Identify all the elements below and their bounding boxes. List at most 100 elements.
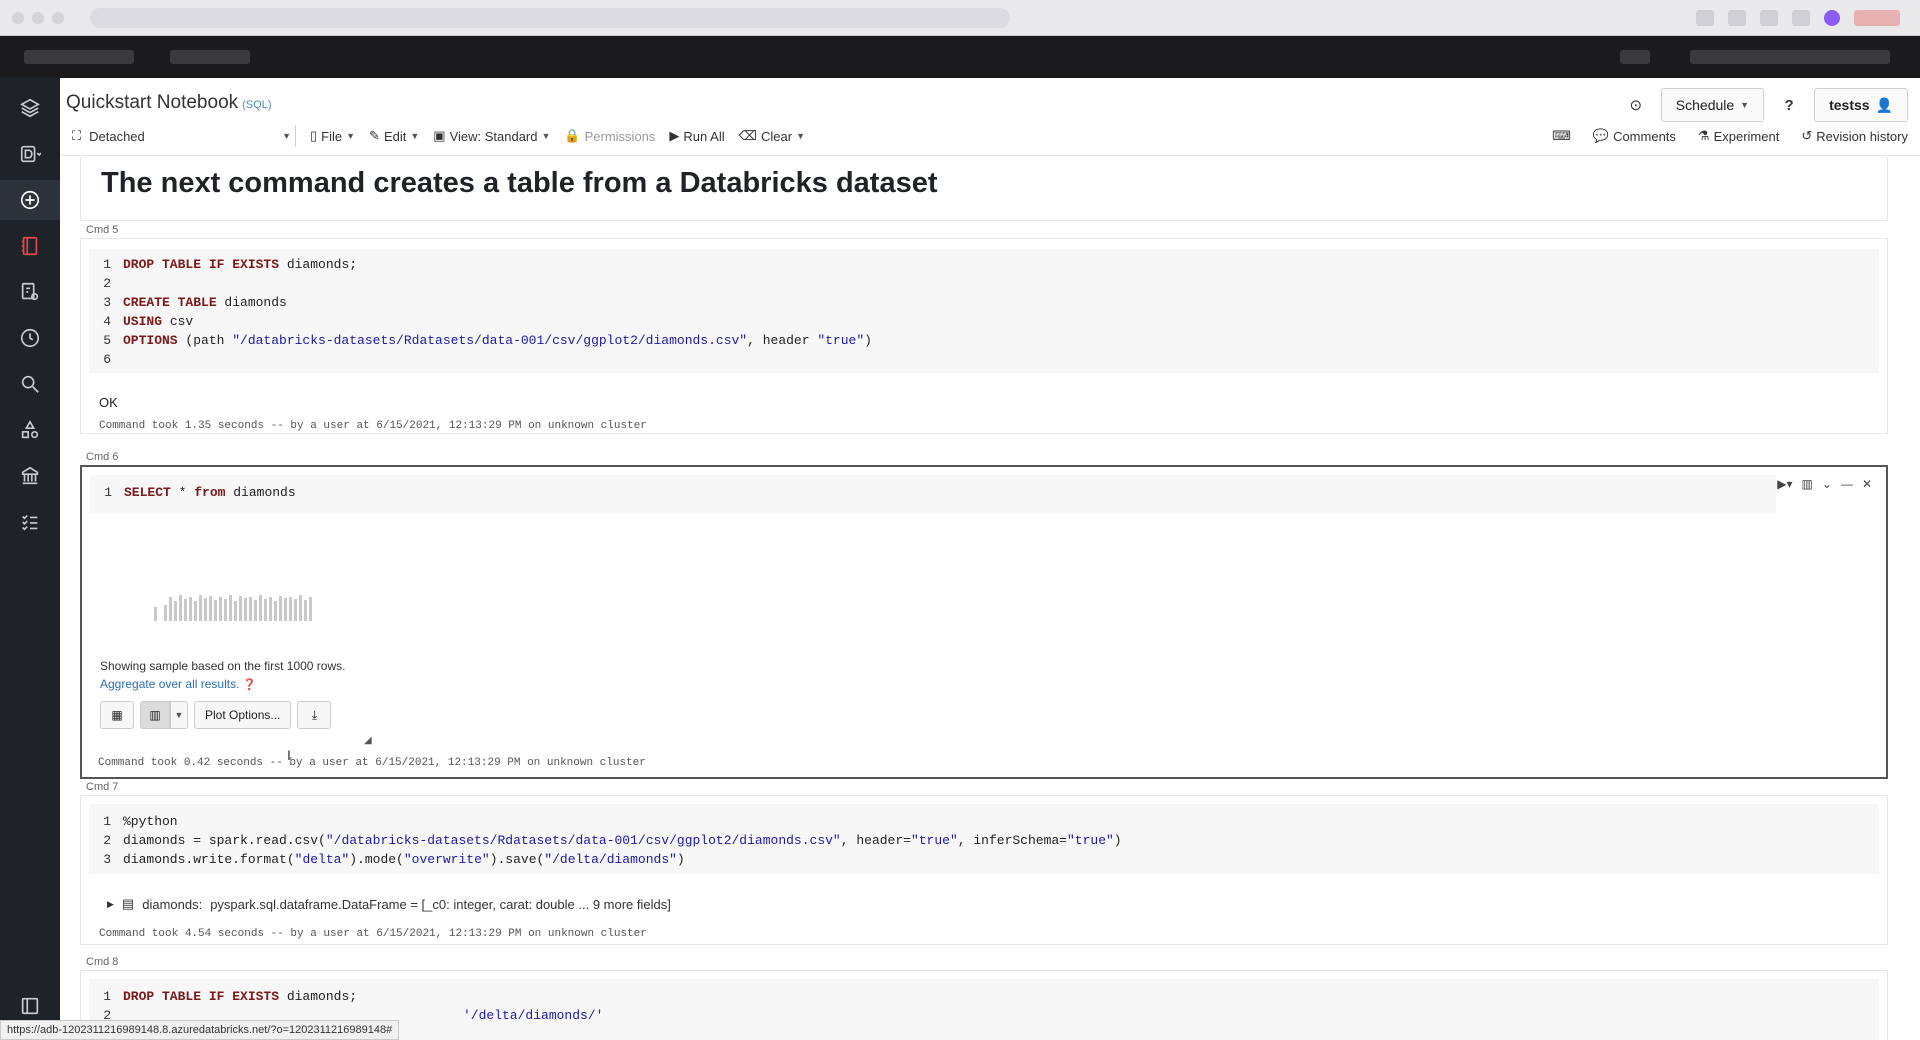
view-menu[interactable]: ▣ View: Standard ▼ xyxy=(433,128,550,144)
browser-toolbar xyxy=(0,0,1920,36)
sidebar-persona-switcher[interactable] xyxy=(0,134,60,174)
cluster-icon xyxy=(21,466,39,485)
python-cell[interactable]: 1 %python 2 diamonds = spark.read.csv("/da… xyxy=(80,795,1888,945)
minimize-icon[interactable]: — xyxy=(1841,477,1853,491)
data-science-icon xyxy=(20,145,41,163)
chevron-down-icon: ▼ xyxy=(1740,100,1750,110)
notebook-language-badge[interactable]: (SQL) xyxy=(242,99,271,111)
play-circle-icon: ▶ xyxy=(669,128,680,143)
topbar-item[interactable] xyxy=(1690,50,1890,64)
user-menu-button[interactable]: testss 👤 xyxy=(1814,88,1908,122)
cluster-attach-dropdown[interactable]: ⛶ Detached ▼ xyxy=(66,125,296,147)
code-line: 4 USING csv xyxy=(103,314,194,329)
sql-cell-selected[interactable]: ▶▾ ▥ ⌄ — ✕ 1 SELECT * from diamonds Showi… xyxy=(80,465,1888,779)
sidebar-create[interactable] xyxy=(0,180,60,220)
left-sidebar xyxy=(0,78,60,1040)
sidebar-workspace-logo[interactable] xyxy=(0,88,60,128)
schedule-button[interactable]: Schedule ▼ xyxy=(1660,88,1765,122)
comments-label: Comments xyxy=(1613,128,1676,144)
topbar-tab[interactable] xyxy=(170,50,250,64)
table-icon: ▦ xyxy=(111,708,123,722)
clear-menu[interactable]: ⌫ Clear ▼ xyxy=(739,128,805,144)
command-timing: Command took 1.35 seconds -- by a user a… xyxy=(99,420,647,432)
feedback-icon[interactable]: ⊙ xyxy=(1621,96,1651,114)
file-icon: ▯ xyxy=(310,128,318,143)
header-actions: ⊙ Schedule ▼ ? testss 👤 xyxy=(1621,88,1908,122)
resize-handle-icon[interactable]: ◢ xyxy=(364,735,372,746)
code-editor[interactable]: 1 SELECT * from diamonds xyxy=(90,475,1776,513)
comments-button[interactable]: 💬 Comments xyxy=(1593,128,1676,144)
notebook-icon xyxy=(21,236,38,256)
notebook-title[interactable]: Quickstart Notebook xyxy=(66,92,238,113)
dataframe-name: diamonds: xyxy=(142,896,203,912)
file-menu-label: File xyxy=(321,128,343,144)
sidebar-clusters[interactable] xyxy=(0,456,60,496)
chevron-down-icon[interactable]: ⌄ xyxy=(1822,477,1832,491)
code-line: 1 DROP TABLE IF EXISTS diamonds; xyxy=(103,257,358,272)
sidebar-search[interactable] xyxy=(0,364,60,404)
topbar-tab[interactable] xyxy=(24,50,134,64)
user-name: testss xyxy=(1829,97,1870,113)
markdown-cell[interactable]: The next command creates a table from a … xyxy=(80,157,1888,221)
browser-address-bar[interactable] xyxy=(90,8,1010,28)
keyboard-icon[interactable]: ⌨ xyxy=(1552,128,1571,144)
flask-icon: ⚗ xyxy=(1697,128,1710,143)
permissions-button[interactable]: 🔒 Permissions xyxy=(564,128,655,144)
comment-icon: 💬 xyxy=(1592,128,1610,143)
clear-menu-label: Clear xyxy=(761,128,793,144)
expand-triangle-icon[interactable]: ▶ xyxy=(107,899,114,910)
window-controls[interactable] xyxy=(12,12,64,24)
notebook-side-actions: ⌨ 💬 Comments ⚗ Experiment ↺ Revision histor… xyxy=(1552,128,1908,144)
revision-history-label: Revision history xyxy=(1816,128,1908,144)
table-view-button[interactable]: ▦ xyxy=(100,701,134,729)
download-icon: ⤓ xyxy=(311,707,318,722)
sidebar-jobs[interactable] xyxy=(0,502,60,542)
cluster-status: Detached xyxy=(89,128,145,144)
sidebar-recents[interactable] xyxy=(0,318,60,358)
sample-notice: Showing sample based on the first 1000 r… xyxy=(100,659,346,673)
command-timing: Command took 4.54 seconds -- by a user a… xyxy=(99,928,647,940)
cell-toolbar: ▶▾ ▥ ⌄ — ✕ xyxy=(1777,477,1872,491)
sidebar-workspace[interactable] xyxy=(0,226,60,266)
browser-extensions[interactable] xyxy=(1696,10,1900,26)
text-cursor-icon: I xyxy=(287,747,291,763)
aggregate-link[interactable]: Aggregate over all results. xyxy=(100,677,239,691)
sql-cell[interactable]: 1 DROP TABLE IF EXISTS diamonds; 2 3 CREAT… xyxy=(80,238,1888,434)
run-cell-icon[interactable]: ▶▾ xyxy=(1777,477,1792,491)
sidebar-data[interactable] xyxy=(0,410,60,450)
plot-options-button[interactable]: Plot Options... xyxy=(194,701,292,729)
chart-view-button[interactable]: ▥ xyxy=(140,701,170,729)
topbar-item[interactable] xyxy=(1620,50,1650,64)
view-menu-label: View: Standard xyxy=(449,128,538,144)
code-editor[interactable]: 1 %python 2 diamonds = spark.read.csv("/da… xyxy=(89,804,1879,874)
code-line: 6 xyxy=(103,352,111,367)
plus-circle-icon xyxy=(20,190,40,210)
help-icon[interactable]: ? xyxy=(1774,97,1804,114)
code-line: 1 %python xyxy=(103,814,178,829)
command-timing: Command took 0.42 seconds -- by a user a… xyxy=(98,757,646,769)
chart-icon[interactable]: ▥ xyxy=(1802,477,1813,491)
experiment-label: Experiment xyxy=(1713,128,1780,144)
notebook-header: Quickstart Notebook (SQL) ⊙ Schedule ▼ ? t… xyxy=(60,78,1920,156)
code-line: 3 diamonds.write.format("delta").mode("ov… xyxy=(103,852,685,867)
chevron-down-icon: ▼ xyxy=(541,131,551,141)
run-all-button[interactable]: ▶ Run All xyxy=(669,128,724,144)
sidebar-repos[interactable] xyxy=(0,272,60,312)
code-editor[interactable]: 1 DROP TABLE IF EXISTS diamonds; 2 3 CREAT… xyxy=(89,249,1879,373)
dataframe-summary[interactable]: ▶ ▤ diamonds: pyspark.sql.dataframe.Data… xyxy=(107,896,671,912)
result-chart-thumbnail[interactable] xyxy=(154,587,314,621)
image-icon: ▣ xyxy=(433,128,446,143)
revision-history-button[interactable]: ↺ Revision history xyxy=(1801,128,1908,144)
help-circle-icon[interactable]: ❓ xyxy=(243,679,257,691)
chart-type-dropdown[interactable]: ▼ xyxy=(170,701,188,729)
experiment-button[interactable]: ⚗ Experiment xyxy=(1698,128,1779,144)
cell-label: Cmd 5 xyxy=(86,224,119,236)
chevron-down-icon: ▼ xyxy=(796,131,805,141)
edit-menu[interactable]: ✎ Edit ▼ xyxy=(369,128,419,144)
workspace-topbar xyxy=(0,36,1920,78)
close-icon[interactable]: ✕ xyxy=(1862,477,1872,491)
cluster-icon: ⛶ xyxy=(72,128,82,143)
file-menu[interactable]: ▯ File ▼ xyxy=(310,128,355,144)
download-button[interactable]: ⤓ xyxy=(297,701,332,729)
cell-label: Cmd 8 xyxy=(86,956,119,968)
